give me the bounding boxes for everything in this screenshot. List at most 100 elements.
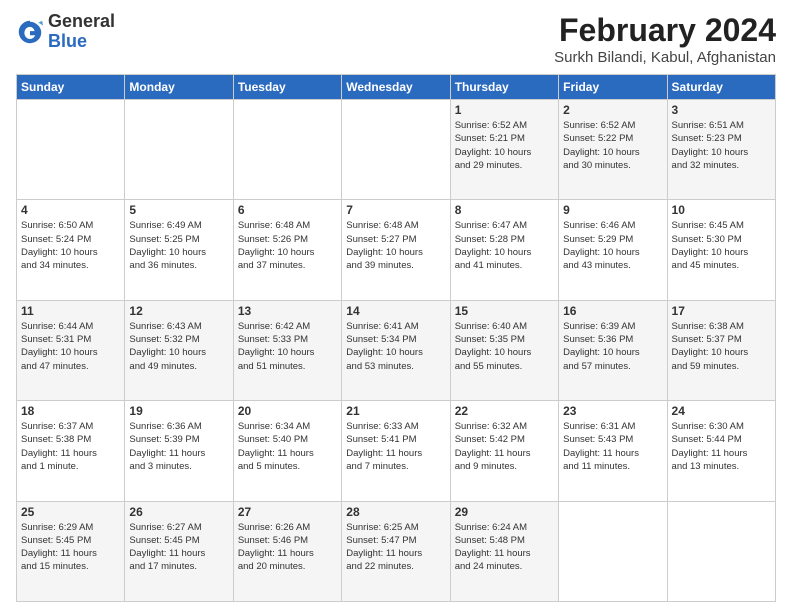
calendar-cell [559,501,667,601]
title-block: February 2024 Surkh Bilandi, Kabul, Afgh… [554,12,776,66]
day-info: Sunrise: 6:51 AMSunset: 5:23 PMDaylight:… [672,119,771,172]
day-info: Sunrise: 6:25 AMSunset: 5:47 PMDaylight:… [346,521,445,574]
day-number: 12 [129,304,228,318]
calendar-week-1: 1 Sunrise: 6:52 AMSunset: 5:21 PMDaylight… [17,100,776,200]
day-number: 5 [129,203,228,217]
day-number: 13 [238,304,337,318]
day-number: 6 [238,203,337,217]
day-number: 8 [455,203,554,217]
calendar-cell: 5 Sunrise: 6:49 AMSunset: 5:25 PMDaylight… [125,200,233,300]
calendar-cell: 18Sunrise: 6:37 AMSunset: 5:38 PMDayligh… [17,401,125,501]
calendar-cell: 2 Sunrise: 6:52 AMSunset: 5:22 PMDaylight… [559,100,667,200]
day-info: Sunrise: 6:42 AMSunset: 5:33 PMDaylight:… [238,320,337,373]
calendar-cell: 11 Sunrise: 6:44 AMSunset: 5:31 PMDayligh… [17,300,125,400]
day-number: 14 [346,304,445,318]
calendar-cell [233,100,341,200]
calendar-cell: 6 Sunrise: 6:48 AMSunset: 5:26 PMDaylight… [233,200,341,300]
day-info: Sunrise: 6:43 AMSunset: 5:32 PMDaylight:… [129,320,228,373]
logo-text: General Blue [48,12,115,52]
day-number: 20 [238,404,337,418]
day-info: Sunrise: 6:32 AMSunset: 5:42 PMDaylight:… [455,420,554,473]
day-number: 23 [563,404,662,418]
day-info: Sunrise: 6:26 AMSunset: 5:46 PMDaylight:… [238,521,337,574]
day-info: Sunrise: 6:46 AMSunset: 5:29 PMDaylight:… [563,219,662,272]
calendar-cell: 24 Sunrise: 6:30 AMSunset: 5:44 PMDayligh… [667,401,775,501]
day-info: Sunrise: 6:49 AMSunset: 5:25 PMDaylight:… [129,219,228,272]
logo-general-text: General [48,12,115,32]
calendar-cell: 21 Sunrise: 6:33 AMSunset: 5:41 PMDayligh… [342,401,450,501]
calendar-cell: 16 Sunrise: 6:39 AMSunset: 5:36 PMDayligh… [559,300,667,400]
day-info: Sunrise: 6:48 AMSunset: 5:27 PMDaylight:… [346,219,445,272]
day-info: Sunrise: 6:47 AMSunset: 5:28 PMDaylight:… [455,219,554,272]
day-number: 11 [21,304,120,318]
day-info: Sunrise: 6:41 AMSunset: 5:34 PMDaylight:… [346,320,445,373]
weekday-header-tuesday: Tuesday [233,75,341,100]
weekday-row: SundayMondayTuesdayWednesdayThursdayFrid… [17,75,776,100]
day-number: 24 [672,404,771,418]
day-number: 10 [672,203,771,217]
day-number: 4 [21,203,120,217]
day-info: Sunrise: 6:29 AMSunset: 5:45 PMDaylight:… [21,521,120,574]
day-number: 2 [563,103,662,117]
day-number: 28 [346,505,445,519]
header: General Blue February 2024 Surkh Bilandi… [16,12,776,66]
calendar-cell: 3 Sunrise: 6:51 AMSunset: 5:23 PMDaylight… [667,100,775,200]
calendar-cell: 10 Sunrise: 6:45 AMSunset: 5:30 PMDayligh… [667,200,775,300]
day-number: 3 [672,103,771,117]
calendar-cell: 22 Sunrise: 6:32 AMSunset: 5:42 PMDayligh… [450,401,558,501]
day-number: 21 [346,404,445,418]
day-info: Sunrise: 6:52 AMSunset: 5:22 PMDaylight:… [563,119,662,172]
day-info: Sunrise: 6:33 AMSunset: 5:41 PMDaylight:… [346,420,445,473]
calendar-body: 1 Sunrise: 6:52 AMSunset: 5:21 PMDaylight… [17,100,776,602]
calendar-cell: 25 Sunrise: 6:29 AMSunset: 5:45 PMDayligh… [17,501,125,601]
calendar-cell: 9 Sunrise: 6:46 AMSunset: 5:29 PMDaylight… [559,200,667,300]
calendar-cell: 27Sunrise: 6:26 AMSunset: 5:46 PMDayligh… [233,501,341,601]
calendar-cell: 7 Sunrise: 6:48 AMSunset: 5:27 PMDaylight… [342,200,450,300]
logo: General Blue [16,12,115,52]
calendar-cell: 13 Sunrise: 6:42 AMSunset: 5:33 PMDayligh… [233,300,341,400]
calendar-cell [342,100,450,200]
calendar-cell: 1 Sunrise: 6:52 AMSunset: 5:21 PMDaylight… [450,100,558,200]
day-info: Sunrise: 6:37 AMSunset: 5:38 PMDaylight:… [21,420,120,473]
calendar-week-2: 4Sunrise: 6:50 AMSunset: 5:24 PMDaylight… [17,200,776,300]
calendar-cell: 20 Sunrise: 6:34 AMSunset: 5:40 PMDayligh… [233,401,341,501]
day-info: Sunrise: 6:36 AMSunset: 5:39 PMDaylight:… [129,420,228,473]
day-number: 9 [563,203,662,217]
day-number: 1 [455,103,554,117]
main-title: February 2024 [554,12,776,49]
day-number: 22 [455,404,554,418]
logo-blue-text: Blue [48,32,115,52]
day-info: Sunrise: 6:48 AMSunset: 5:26 PMDaylight:… [238,219,337,272]
day-number: 19 [129,404,228,418]
day-number: 7 [346,203,445,217]
calendar-week-3: 11 Sunrise: 6:44 AMSunset: 5:31 PMDayligh… [17,300,776,400]
day-info: Sunrise: 6:45 AMSunset: 5:30 PMDaylight:… [672,219,771,272]
day-number: 17 [672,304,771,318]
calendar-cell: 28 Sunrise: 6:25 AMSunset: 5:47 PMDayligh… [342,501,450,601]
weekday-header-wednesday: Wednesday [342,75,450,100]
day-info: Sunrise: 6:52 AMSunset: 5:21 PMDaylight:… [455,119,554,172]
calendar-week-5: 25 Sunrise: 6:29 AMSunset: 5:45 PMDayligh… [17,501,776,601]
day-info: Sunrise: 6:24 AMSunset: 5:48 PMDaylight:… [455,521,554,574]
calendar-cell: 29 Sunrise: 6:24 AMSunset: 5:48 PMDayligh… [450,501,558,601]
day-info: Sunrise: 6:30 AMSunset: 5:44 PMDaylight:… [672,420,771,473]
page: General Blue February 2024 Surkh Bilandi… [0,0,792,612]
calendar-cell: 15Sunrise: 6:40 AMSunset: 5:35 PMDayligh… [450,300,558,400]
calendar-cell: 14 Sunrise: 6:41 AMSunset: 5:34 PMDayligh… [342,300,450,400]
day-info: Sunrise: 6:39 AMSunset: 5:36 PMDaylight:… [563,320,662,373]
day-number: 29 [455,505,554,519]
calendar-cell: 12 Sunrise: 6:43 AMSunset: 5:32 PMDayligh… [125,300,233,400]
calendar-cell: 19 Sunrise: 6:36 AMSunset: 5:39 PMDayligh… [125,401,233,501]
calendar-week-4: 18Sunrise: 6:37 AMSunset: 5:38 PMDayligh… [17,401,776,501]
day-info: Sunrise: 6:27 AMSunset: 5:45 PMDaylight:… [129,521,228,574]
day-info: Sunrise: 6:34 AMSunset: 5:40 PMDaylight:… [238,420,337,473]
weekday-header-thursday: Thursday [450,75,558,100]
calendar-cell [125,100,233,200]
calendar-cell: 26 Sunrise: 6:27 AMSunset: 5:45 PMDayligh… [125,501,233,601]
day-number: 16 [563,304,662,318]
day-info: Sunrise: 6:44 AMSunset: 5:31 PMDaylight:… [21,320,120,373]
calendar-cell [667,501,775,601]
day-info: Sunrise: 6:40 AMSunset: 5:35 PMDaylight:… [455,320,554,373]
day-number: 26 [129,505,228,519]
day-number: 25 [21,505,120,519]
